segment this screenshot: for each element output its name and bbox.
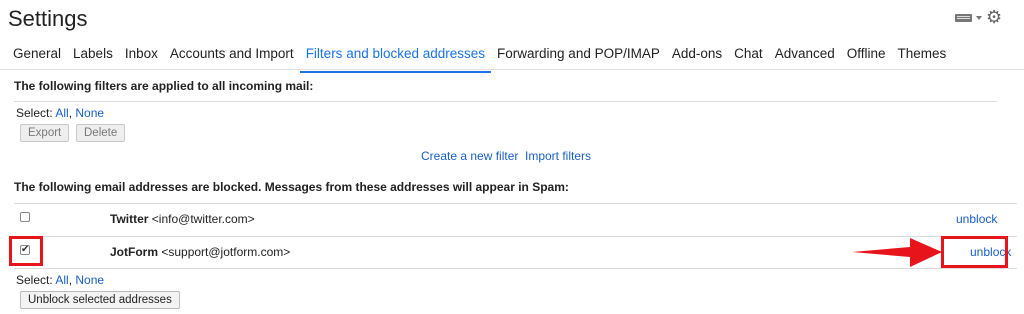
tabs-divider bbox=[0, 69, 1024, 70]
annotation-arrow-icon bbox=[852, 238, 942, 267]
checkbox-highlight-box bbox=[9, 236, 43, 266]
table-row: Twitter <info@twitter.com> unblock bbox=[14, 204, 1017, 236]
select-all-link[interactable]: All bbox=[55, 106, 68, 120]
filters-heading: The following filters are applied to all… bbox=[14, 79, 314, 93]
keyboard-icon[interactable] bbox=[955, 14, 972, 22]
blocked-sender-name: Twitter bbox=[110, 212, 149, 226]
gear-icon[interactable]: ⚙ bbox=[986, 7, 1002, 27]
blocked-sender-email: <info@twitter.com> bbox=[151, 212, 255, 226]
blocked-sender-email: <support@jotform.com> bbox=[161, 245, 291, 259]
delete-button[interactable]: Delete bbox=[76, 124, 126, 142]
create-filter-link[interactable]: Create a new filter bbox=[421, 149, 518, 163]
filters-divider bbox=[14, 101, 997, 102]
blocked-heading: The following email addresses are blocke… bbox=[14, 180, 569, 194]
filters-select-row: Select: All, None bbox=[16, 106, 105, 120]
row-checkbox[interactable] bbox=[20, 212, 30, 222]
unblock-link[interactable]: unblock bbox=[956, 212, 997, 226]
export-button[interactable]: Export bbox=[20, 124, 70, 142]
select-none-link[interactable]: None bbox=[75, 273, 104, 287]
unblock-selected-button[interactable]: Unblock selected addresses bbox=[20, 291, 180, 309]
blocked-sender-name: JotForm bbox=[110, 245, 158, 259]
unblock-highlight-box bbox=[941, 236, 1008, 268]
chevron-down-icon[interactable] bbox=[976, 16, 982, 20]
select-label: Select: bbox=[16, 273, 53, 287]
select-none-link[interactable]: None bbox=[75, 106, 104, 120]
select-label: Select: bbox=[16, 106, 53, 120]
page-title: Settings bbox=[8, 6, 88, 31]
select-all-link[interactable]: All bbox=[55, 273, 68, 287]
import-filters-link[interactable]: Import filters bbox=[525, 149, 591, 163]
blocked-select-row: Select: All, None bbox=[16, 273, 105, 287]
